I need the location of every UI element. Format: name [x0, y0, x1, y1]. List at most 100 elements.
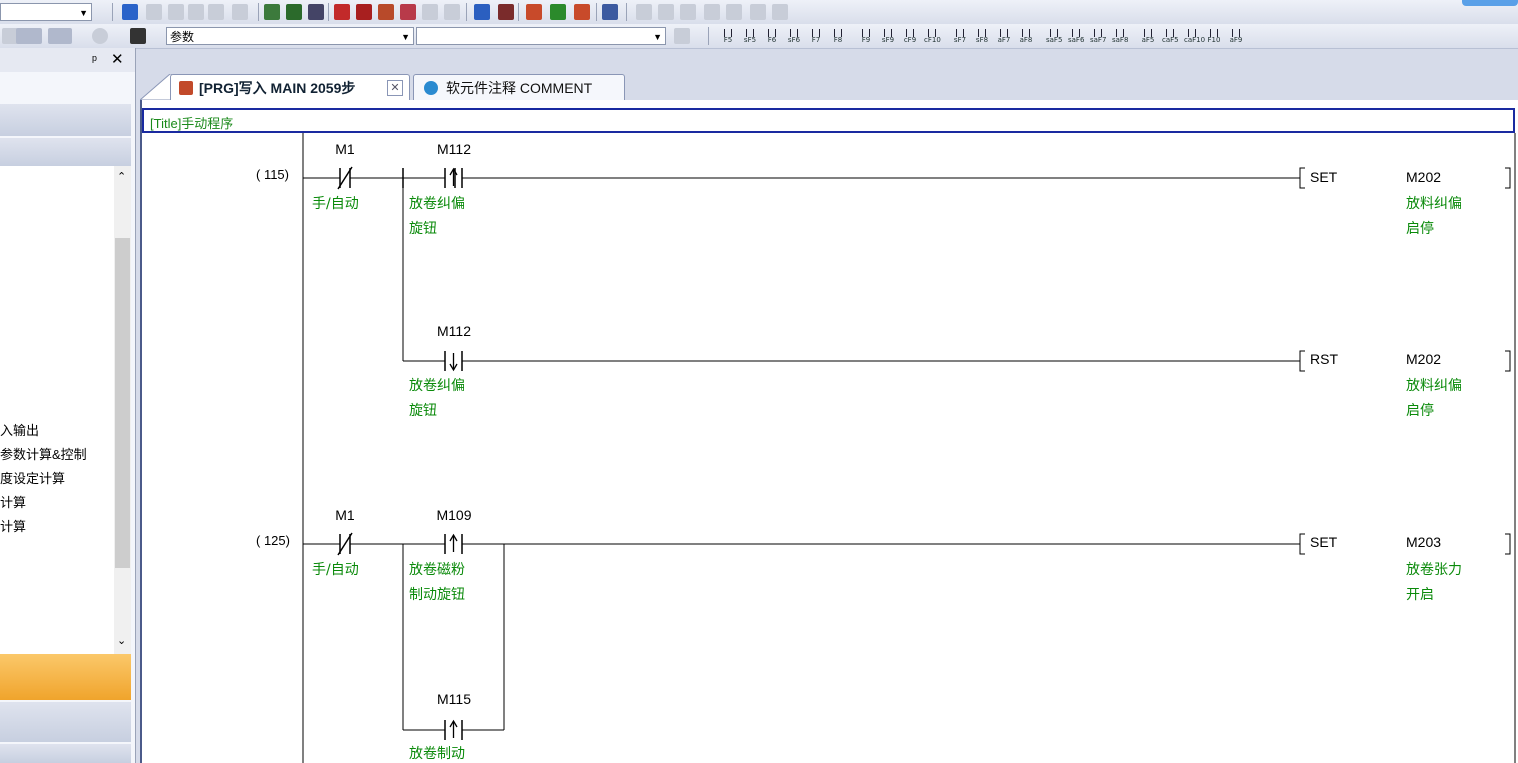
verify-plc-icon[interactable]: [308, 4, 324, 20]
output-comment: 放料纠偏: [1406, 378, 1462, 394]
cut-icon[interactable]: [122, 4, 138, 20]
tab-program-main[interactable]: [PRG]写入 MAIN 2059步 ✕: [170, 74, 410, 100]
contact-comment: 手/自动: [312, 562, 359, 578]
cross-ref-icon[interactable]: [574, 4, 590, 20]
nav-item[interactable]: 计算: [0, 516, 26, 535]
program-title-row[interactable]: [Title]手动程序: [142, 108, 1515, 133]
contact-comment: 放卷制动: [409, 746, 465, 762]
nav-item[interactable]: 计算: [0, 492, 26, 511]
ladder-diagram[interactable]: ( 115) M1 手/自动 M112 放卷纠偏 旋钮 M112 放卷纠偏 旋钮: [140, 133, 1518, 763]
ladder-symbol-button[interactable]: cF9: [902, 29, 918, 44]
nav-section-bar[interactable]: [0, 744, 131, 763]
nav-item[interactable]: 入输出: [0, 420, 39, 439]
ladder-symbol-button[interactable]: aF7: [996, 29, 1012, 44]
scope-combo[interactable]: ▼: [416, 27, 666, 45]
nav-section-bar[interactable]: [0, 702, 131, 742]
nav-tree: 入输出 参数计算&控制 度设定计算 计算 计算: [0, 166, 114, 654]
instruction: RST: [1310, 351, 1338, 367]
fkey-label: F5: [723, 36, 733, 44]
pin-icon[interactable]: ᵖ: [92, 52, 97, 67]
close-icon[interactable]: ✕: [111, 50, 124, 68]
device-batch-icon[interactable]: [474, 4, 490, 20]
undo-icon[interactable]: [188, 4, 204, 20]
ladder-symbol-button[interactable]: saF6: [1068, 29, 1084, 44]
chevron-down-icon[interactable]: ⌄: [117, 634, 126, 647]
fkey-label: sF7: [953, 36, 967, 44]
scrollbar-thumb[interactable]: [115, 238, 130, 568]
step-number: ( 125): [256, 533, 290, 548]
ladder-symbol-button[interactable]: F8: [830, 29, 846, 44]
output-comment: 放卷张力: [1406, 562, 1462, 578]
close-icon[interactable]: ✕: [387, 80, 403, 96]
nav-item[interactable]: 参数计算&控制: [0, 444, 87, 463]
contact-device: M1: [335, 141, 355, 157]
monitor-off-icon[interactable]: [422, 4, 438, 20]
ladder-tool-5-icon[interactable]: [726, 4, 742, 20]
page-icon[interactable]: [674, 28, 690, 44]
ladder-symbol-button[interactable]: cF10: [924, 29, 941, 44]
contact-device: M112: [437, 141, 471, 157]
monitor-all-icon[interactable]: [400, 4, 416, 20]
ladder-symbol-button[interactable]: aF8: [1018, 29, 1034, 44]
monitor-off2-icon[interactable]: [444, 4, 460, 20]
ladder-symbol-button[interactable]: saF5: [1046, 29, 1062, 44]
find-combo-value: 参数: [170, 30, 195, 44]
find-combo[interactable]: 参数 ▼: [166, 27, 414, 45]
monitor-start-icon[interactable]: [334, 4, 350, 20]
ladder-symbol-button[interactable]: aF9: [1228, 29, 1244, 44]
ladder-symbol-button[interactable]: saF7: [1090, 29, 1106, 44]
ladder-symbol-button[interactable]: F10: [1206, 29, 1222, 44]
ladder-symbol-button[interactable]: saF8: [1112, 29, 1128, 44]
nav-selected-section[interactable]: [0, 654, 131, 700]
chevron-up-icon[interactable]: ⌃: [117, 170, 126, 183]
ladder-tool-2-icon[interactable]: [658, 4, 674, 20]
ladder-symbol-button[interactable]: caF5: [1162, 29, 1179, 44]
ladder-symbol-button[interactable]: sF9: [880, 29, 896, 44]
read-plc-icon[interactable]: [264, 4, 280, 20]
fkey-label: saF7: [1090, 36, 1107, 44]
device-search-icon[interactable]: [48, 28, 72, 44]
ladder-symbol-button[interactable]: caF10: [1184, 29, 1205, 44]
output-device: M202: [1406, 351, 1441, 367]
tab-device-comment[interactable]: 软元件注释 COMMENT: [413, 74, 625, 100]
ladder-symbol-button[interactable]: F5: [720, 29, 736, 44]
nav-header: ᵖ ✕: [0, 48, 135, 72]
ladder-symbol-button[interactable]: aF5: [1140, 29, 1156, 44]
nav-section-bar[interactable]: [0, 104, 131, 136]
ladder-symbol-button[interactable]: sF7: [952, 29, 968, 44]
ladder-tool-6-icon[interactable]: [750, 4, 766, 20]
rung-125: M1 手/自动 M109 放卷磁粉 制动旋钮 M115 放卷制动 SET M20…: [303, 507, 1511, 762]
nav-item[interactable]: 度设定计算: [0, 468, 65, 487]
nav-scrollbar[interactable]: ⌃ ⌄: [114, 166, 131, 654]
ladder-symbol-button[interactable]: sF6: [786, 29, 802, 44]
comment-icon: [424, 81, 438, 95]
redo-icon[interactable]: [208, 4, 224, 20]
online-icon[interactable]: [602, 4, 618, 20]
contact-device: M1: [335, 507, 355, 523]
ladder-tool-7-icon[interactable]: [772, 4, 788, 20]
ladder-tool-3-icon[interactable]: [680, 4, 696, 20]
replace-icon[interactable]: [550, 4, 566, 20]
ladder-symbol-button[interactable]: F9: [858, 29, 874, 44]
dev-view-icon[interactable]: [16, 28, 42, 44]
binoculars-icon[interactable]: [130, 28, 146, 44]
ladder-tool-4-icon[interactable]: [704, 4, 720, 20]
monitor-stop-icon[interactable]: [356, 4, 372, 20]
device-batch2-icon[interactable]: [498, 4, 514, 20]
copy-icon[interactable]: [146, 4, 162, 20]
ladder-symbol-button[interactable]: sF8: [974, 29, 990, 44]
toolbar-combo-left[interactable]: ▼: [0, 3, 92, 21]
nav-section-bar[interactable]: [0, 138, 131, 166]
help-icon[interactable]: [92, 28, 108, 44]
ladder-symbol-button[interactable]: F7: [808, 29, 824, 44]
paste-icon[interactable]: [168, 4, 184, 20]
write-plc-icon[interactable]: [286, 4, 302, 20]
find-icon[interactable]: [526, 4, 542, 20]
ladder-symbol-button[interactable]: F6: [764, 29, 780, 44]
ladder-symbol-button[interactable]: sF5: [742, 29, 758, 44]
monitor-write-icon[interactable]: [378, 4, 394, 20]
ladder-tool-1-icon[interactable]: [636, 4, 652, 20]
tab-slant: [140, 74, 172, 100]
fkey-label: sF5: [743, 36, 757, 44]
redo2-icon[interactable]: [232, 4, 248, 20]
